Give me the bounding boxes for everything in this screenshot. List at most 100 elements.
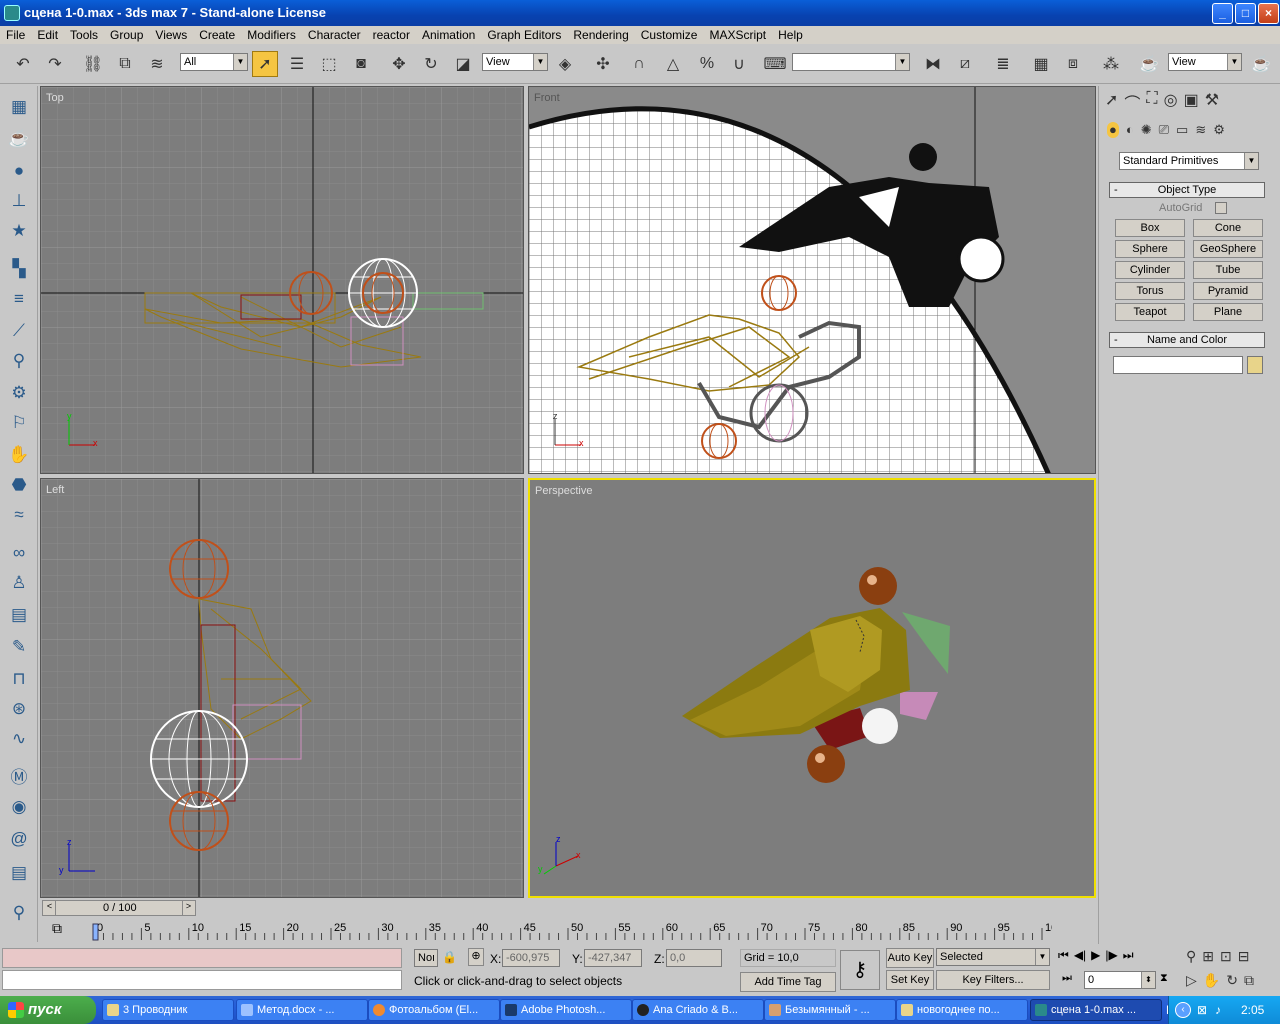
prev-frame-arrow[interactable]: <: [44, 901, 56, 915]
task-explorer[interactable]: 3 Проводник: [102, 999, 234, 1021]
current-frame-field[interactable]: 0 ⬍: [1084, 971, 1156, 989]
task-folder[interactable]: новогоднее по...: [896, 999, 1028, 1021]
maxscript-listener-white[interactable]: [2, 970, 402, 990]
edit-named-selection-icon[interactable]: ⌨: [762, 51, 788, 77]
mat-sphere-icon[interactable]: ◉: [6, 794, 32, 820]
plane-button[interactable]: Plane: [1193, 303, 1263, 321]
zoom-extents-icon[interactable]: ⊡: [1220, 948, 1232, 965]
gear-icon[interactable]: ⚙: [6, 380, 32, 406]
layers-icon[interactable]: ≡: [6, 286, 32, 312]
lock-icon[interactable]: 🔒: [442, 950, 457, 964]
viewport-top[interactable]: Top y x: [40, 86, 524, 474]
task-photoshop[interactable]: Adobe Photosh...: [500, 999, 632, 1021]
rectangular-region-icon[interactable]: ⬚: [316, 51, 342, 77]
wave-icon[interactable]: ≈: [6, 502, 32, 528]
geosphere-button[interactable]: GeoSphere: [1193, 240, 1263, 258]
object-type-rollout[interactable]: - Object Type: [1109, 182, 1265, 198]
viewport-label-left[interactable]: Left: [46, 484, 64, 496]
scale-icon[interactable]: ◪: [450, 51, 476, 77]
task-3dsmax[interactable]: сцена 1-0.max ...: [1030, 999, 1162, 1021]
object-color-swatch[interactable]: [1247, 356, 1263, 374]
named-selection-dropdown[interactable]: ▼: [792, 53, 910, 71]
hierarchy-tab-icon[interactable]: ⛶: [1146, 90, 1157, 114]
x-coord-field[interactable]: -600,975: [502, 949, 560, 967]
start-button[interactable]: пуск: [0, 996, 96, 1024]
undo-icon[interactable]: ↶: [10, 51, 36, 77]
menu-graph-editors[interactable]: Graph Editors: [481, 28, 567, 42]
cylinder-button[interactable]: Cylinder: [1115, 261, 1185, 279]
task-paint[interactable]: Безымянный - ...: [764, 999, 896, 1021]
pan-icon[interactable]: ✋: [1203, 972, 1220, 989]
viewport-label-top[interactable]: Top: [46, 92, 64, 104]
maximize-viewport-icon[interactable]: ⧉: [1244, 972, 1254, 989]
selection-filter-dropdown[interactable]: All ▼: [180, 53, 248, 71]
knot-icon[interactable]: ∞: [6, 540, 32, 566]
motion-tab-icon[interactable]: ◎: [1164, 90, 1178, 114]
object-name-input[interactable]: [1113, 356, 1243, 374]
systems-icon[interactable]: ⚙: [1213, 122, 1225, 138]
swirl-icon[interactable]: @: [6, 826, 32, 852]
cloth-icon[interactable]: ▤: [6, 602, 32, 628]
key-mode-toggle-icon[interactable]: ⏭: [1062, 972, 1072, 985]
shape-icon[interactable]: ⬣: [6, 472, 32, 498]
biped-icon[interactable]: ♙: [6, 570, 32, 596]
menu-maxscript[interactable]: MAXScript: [703, 28, 772, 42]
tube-button[interactable]: Tube: [1193, 261, 1263, 279]
pin-icon[interactable]: ⚐: [6, 410, 32, 436]
zoom-icon[interactable]: ⚲: [6, 900, 32, 926]
menu-group[interactable]: Group: [104, 28, 149, 42]
boxes-icon[interactable]: ▦: [6, 94, 32, 120]
cone-button[interactable]: Cone: [1193, 219, 1263, 237]
maximize-button[interactable]: □: [1235, 3, 1256, 24]
absolute-mode-icon[interactable]: ⊕: [468, 948, 484, 966]
zoom-icon[interactable]: ⚲: [1186, 948, 1196, 965]
sphere-button[interactable]: Sphere: [1115, 240, 1185, 258]
hand-icon[interactable]: ✋: [6, 442, 32, 468]
zoom-extents-all-icon[interactable]: ⊟: [1238, 948, 1250, 965]
close-button[interactable]: ×: [1258, 3, 1279, 24]
modify-tab-icon[interactable]: ⌒: [1124, 90, 1140, 114]
time-slider[interactable]: < 0 / 100 >: [42, 900, 196, 916]
previous-frame-icon[interactable]: ◀|: [1074, 948, 1086, 963]
next-frame-arrow[interactable]: >: [182, 901, 194, 915]
move-icon[interactable]: ✥: [386, 51, 412, 77]
menu-character[interactable]: Character: [302, 28, 367, 42]
checker-icon[interactable]: ▚: [6, 256, 32, 282]
angle-snap-icon[interactable]: △: [660, 51, 686, 77]
mirror-icon[interactable]: ⧓: [920, 51, 946, 77]
shapes-icon[interactable]: ◐: [1126, 122, 1134, 138]
box-button[interactable]: Box: [1115, 219, 1185, 237]
current-frame-marker[interactable]: [92, 923, 99, 941]
link-icon[interactable]: ⛓: [80, 51, 106, 77]
teapot-button[interactable]: Teapot: [1115, 303, 1185, 321]
quick-render-icon[interactable]: ☕: [1248, 51, 1274, 77]
menu-modifiers[interactable]: Modifiers: [241, 28, 302, 42]
next-frame-icon[interactable]: |▶: [1105, 948, 1117, 963]
menu-views[interactable]: Views: [149, 28, 193, 42]
material-editor-icon[interactable]: ⁂: [1098, 51, 1124, 77]
menu-tools[interactable]: Tools: [64, 28, 104, 42]
category-dropdown[interactable]: Standard Primitives ▼: [1119, 152, 1259, 170]
minimize-button[interactable]: _: [1212, 3, 1233, 24]
menu-rendering[interactable]: Rendering: [567, 28, 634, 42]
clock[interactable]: 2:05: [1241, 1003, 1264, 1017]
m-cap-icon[interactable]: Ⓜ: [6, 762, 32, 788]
network-icon[interactable]: ⊠: [1197, 1003, 1207, 1017]
add-time-tag-button[interactable]: Add Time Tag: [740, 972, 836, 992]
menu-reactor[interactable]: reactor: [367, 28, 416, 42]
window-crossing-icon[interactable]: ◙: [348, 51, 374, 77]
menu-file[interactable]: File: [0, 28, 31, 42]
notes-icon[interactable]: ▤: [6, 860, 32, 886]
viewport-label-perspective[interactable]: Perspective: [535, 485, 592, 497]
autogrid-checkbox[interactable]: [1215, 202, 1227, 214]
trackbar[interactable]: 0510152025303540455055606570758085909510…: [92, 920, 1063, 942]
key-mode-dropdown[interactable]: Selected ▼: [936, 948, 1050, 966]
pivot-center-icon[interactable]: ◈: [552, 51, 578, 77]
tray-expand-icon[interactable]: ‹: [1175, 1002, 1191, 1018]
go-to-start-icon[interactable]: ⏮: [1058, 948, 1069, 963]
y-coord-field[interactable]: -427,347: [584, 949, 642, 967]
viewport-front[interactable]: Front z x: [528, 86, 1096, 474]
percent-snap-icon[interactable]: %: [694, 51, 720, 77]
teapot-icon[interactable]: ☕: [6, 126, 32, 152]
curve-editor-mini-icon[interactable]: ⧉: [52, 920, 62, 937]
